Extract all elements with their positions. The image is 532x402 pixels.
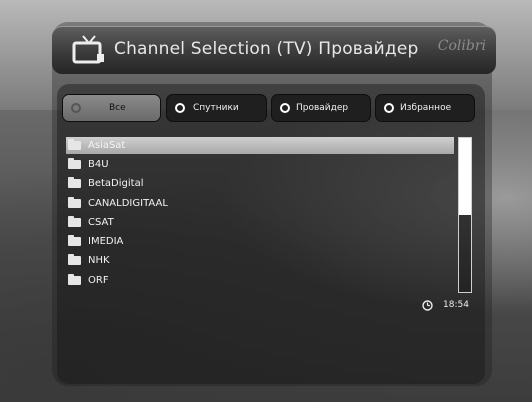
list-item-label: B4U	[88, 159, 109, 170]
provider-list: AsiaSat B4U BetaDigital CANALDIGITAAL CS…	[66, 137, 454, 293]
list-item-label: CSAT	[88, 217, 114, 228]
folder-icon	[68, 177, 81, 188]
title-bar: Channel Selection (TV) Провайдер Colibri	[52, 26, 496, 74]
list-item-label: BetaDigital	[88, 178, 144, 189]
scrollbar-thumb[interactable]	[459, 138, 471, 215]
list-item[interactable]: CSAT	[66, 214, 454, 231]
list-item[interactable]: IMEDIA	[66, 233, 454, 250]
list-item-label: IMEDIA	[88, 236, 124, 247]
filter-provider-button[interactable]: Провайдер	[272, 95, 370, 121]
list-item[interactable]: AsiaSat	[66, 137, 454, 154]
list-item[interactable]: B4U	[66, 156, 454, 173]
filter-label: Спутники	[193, 103, 239, 113]
radio-icon	[384, 103, 394, 113]
folder-icon	[68, 158, 81, 169]
list-item-label: AsiaSat	[88, 140, 126, 151]
radio-icon	[71, 103, 81, 113]
brand-logo: Colibri	[437, 38, 486, 54]
folder-icon	[68, 197, 81, 208]
list-item[interactable]: NHK	[66, 252, 454, 269]
filter-label: Избранное	[400, 103, 452, 113]
list-item-label: NHK	[88, 255, 110, 266]
tv-icon	[72, 35, 104, 64]
page-title: Channel Selection (TV) Провайдер	[114, 39, 419, 59]
folder-icon	[68, 216, 81, 227]
filter-label: Провайдер	[296, 103, 349, 113]
list-item[interactable]: CANALDIGITAAL	[66, 195, 454, 212]
list-item-label: ORF	[88, 275, 109, 286]
clock-icon	[422, 300, 433, 311]
folder-icon	[68, 235, 81, 246]
filter-satellites-button[interactable]: Спутники	[167, 95, 266, 121]
list-scrollbar[interactable]	[458, 137, 472, 293]
list-item-label: CANALDIGITAAL	[88, 198, 168, 209]
radio-icon	[175, 103, 185, 113]
folder-icon	[68, 139, 81, 150]
filter-favorites-button[interactable]: Избранное	[376, 95, 474, 121]
folder-icon	[68, 254, 81, 265]
filter-label: Все	[109, 103, 126, 113]
radio-icon	[280, 103, 290, 113]
folder-icon	[68, 274, 81, 285]
list-item[interactable]: ORF	[66, 272, 454, 289]
list-item[interactable]: BetaDigital	[66, 175, 454, 192]
filter-all-button[interactable]: Все	[63, 95, 160, 121]
clock-time: 18:54	[443, 300, 469, 310]
